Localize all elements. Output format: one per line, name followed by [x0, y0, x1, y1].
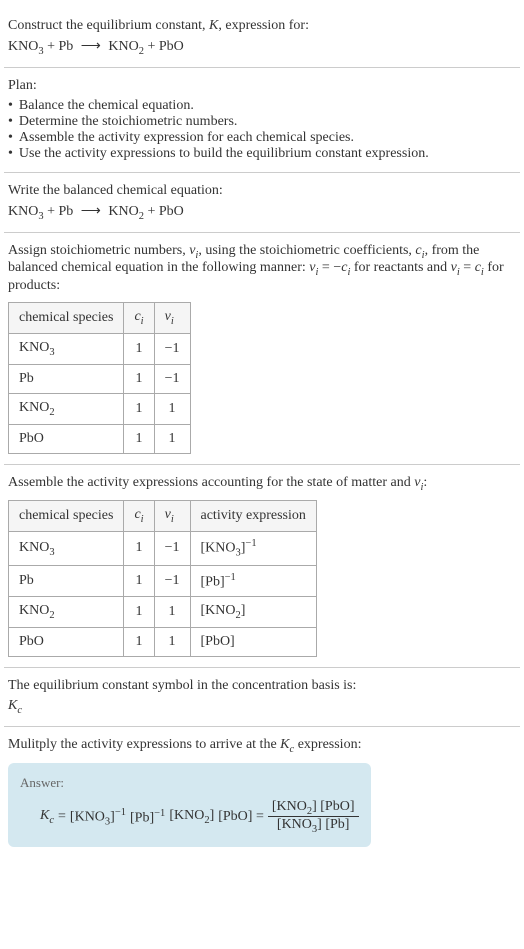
table-row: PbO 1 1: [9, 424, 191, 453]
plan-section: Plan: •Balance the chemical equation. •D…: [4, 68, 520, 173]
col-nui: νi: [154, 501, 190, 532]
list-item: •Determine the stoichiometric numbers.: [8, 114, 516, 130]
col-species: chemical species: [9, 303, 124, 334]
table-row: KNO2 1 1: [9, 393, 191, 424]
symbol-text: The equilibrium constant symbol in the c…: [8, 678, 516, 694]
table-row: Pb 1 −1 [Pb]−1: [9, 565, 317, 597]
list-item: •Use the activity expressions to build t…: [8, 146, 516, 162]
plan-list: •Balance the chemical equation. •Determi…: [8, 98, 516, 162]
question-section: Construct the equilibrium constant, K, e…: [4, 8, 520, 68]
col-ci: ci: [124, 501, 154, 532]
stoich-table: chemical species ci νi KNO3 1 −1 Pb 1 −1…: [8, 302, 191, 453]
table-row: KNO2 1 1 [KNO2]: [9, 597, 317, 628]
answer-box: Answer: Kc = [KNO3]−1 [Pb]−1 [KNO2] [PbO…: [8, 763, 371, 848]
question-title: Construct the equilibrium constant, K, e…: [8, 18, 516, 34]
multiply-text: Mulitply the activity expressions to arr…: [8, 737, 516, 755]
table-row: KNO3 1 −1 [KNO3]−1: [9, 532, 317, 565]
multiply-section: Mulitply the activity expressions to arr…: [4, 727, 520, 857]
list-item: •Balance the chemical equation.: [8, 98, 516, 114]
activity-section: Assemble the activity expressions accoun…: [4, 465, 520, 669]
plan-title: Plan:: [8, 78, 516, 94]
kc-expression: Kc = [KNO3]−1 [Pb]−1 [KNO2] [PbO] = [KNO…: [20, 799, 359, 836]
fraction: [KNO2] [PbO] [KNO3] [Pb]: [268, 799, 359, 836]
col-species: chemical species: [9, 501, 124, 532]
symbol-section: The equilibrium constant symbol in the c…: [4, 668, 520, 727]
balanced-section: Write the balanced chemical equation: KN…: [4, 173, 520, 233]
col-ci: ci: [124, 303, 154, 334]
balanced-title: Write the balanced chemical equation:: [8, 183, 516, 199]
col-activity: activity expression: [190, 501, 316, 532]
table-header-row: chemical species ci νi activity expressi…: [9, 501, 317, 532]
list-item: •Assemble the activity expression for ea…: [8, 130, 516, 146]
activity-text: Assemble the activity expressions accoun…: [8, 475, 516, 493]
reaction-equation: KNO3 + Pb ⟶ KNO2 + PbO: [8, 38, 516, 57]
balanced-equation: KNO3 + Pb ⟶ KNO2 + PbO: [8, 203, 516, 222]
stoich-section: Assign stoichiometric numbers, νi, using…: [4, 233, 520, 465]
table-row: KNO3 1 −1: [9, 333, 191, 364]
stoich-text: Assign stoichiometric numbers, νi, using…: [8, 243, 516, 295]
activity-table: chemical species ci νi activity expressi…: [8, 500, 317, 657]
table-header-row: chemical species ci νi: [9, 303, 191, 334]
kc-symbol: Kc: [8, 698, 516, 716]
table-row: Pb 1 −1: [9, 364, 191, 393]
col-nui: νi: [154, 303, 190, 334]
table-row: PbO 1 1 [PbO]: [9, 628, 317, 657]
answer-label: Answer:: [20, 775, 359, 791]
